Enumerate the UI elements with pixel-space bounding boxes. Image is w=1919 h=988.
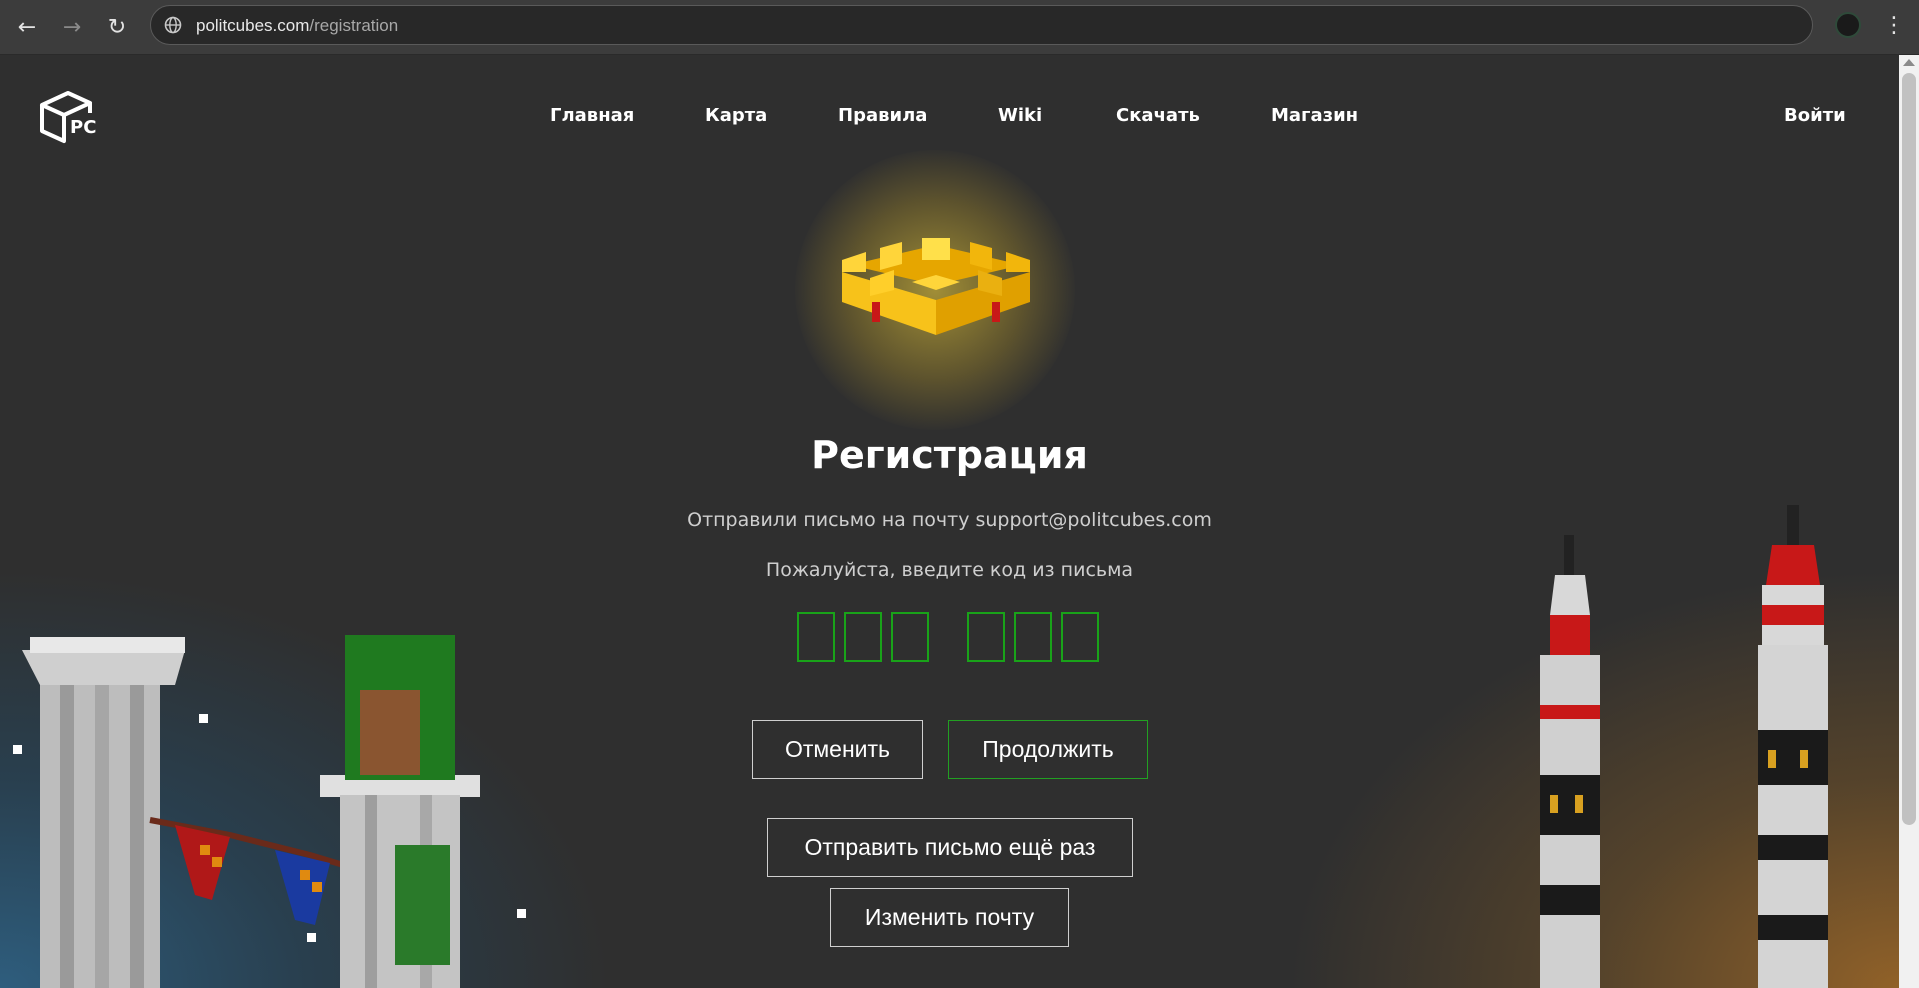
code-digit-6[interactable]	[1061, 612, 1099, 662]
nav-link-shop[interactable]: Магазин	[1271, 105, 1358, 126]
code-digit-4[interactable]	[967, 612, 1005, 662]
reload-icon[interactable]: ↻	[99, 9, 135, 45]
sparkle	[13, 745, 22, 754]
url-host: politcubes.com	[196, 16, 310, 35]
cancel-button[interactable]: Отменить	[752, 720, 923, 779]
back-arrow-icon[interactable]: ←	[9, 9, 45, 45]
nav-link-wiki[interactable]: Wiki	[998, 105, 1042, 126]
login-link[interactable]: Войти	[1784, 105, 1846, 126]
nav-link-home[interactable]: Главная	[550, 105, 634, 126]
code-digit-2[interactable]	[844, 612, 882, 662]
code-digit-5[interactable]	[1014, 612, 1052, 662]
forward-arrow-icon[interactable]: →	[54, 9, 90, 45]
scroll-up-arrow-icon[interactable]	[1903, 59, 1915, 66]
menu-dots-icon[interactable]: ⋮	[1882, 10, 1906, 42]
logo-text: PC	[70, 117, 96, 138]
decorative-rockets	[1540, 505, 1828, 988]
crown-icon	[842, 238, 1030, 335]
continue-button[interactable]: Продолжить	[948, 720, 1148, 779]
sparkle	[517, 909, 526, 918]
url-path: /registration	[309, 16, 399, 35]
address-bar[interactable]: politcubes.com/registration	[150, 5, 1813, 45]
resend-email-button[interactable]: Отправить письмо ещё раз	[767, 818, 1133, 877]
nav-link-rules[interactable]: Правила	[838, 105, 927, 126]
change-email-button[interactable]: Изменить почту	[830, 888, 1069, 947]
page-scrollbar[interactable]	[1899, 55, 1919, 988]
browser-toolbar: ← → ↻ politcubes.com/registration ⋮	[0, 0, 1919, 55]
site-info-icon[interactable]	[163, 15, 183, 35]
page-viewport: PC Главная Карта Правила Wiki Скачать Ма…	[0, 55, 1899, 988]
scrollbar-thumb[interactable]	[1902, 73, 1916, 825]
nav-link-download[interactable]: Скачать	[1116, 105, 1200, 126]
page-title: Регистрация	[811, 433, 1088, 477]
url-text[interactable]: politcubes.com/registration	[196, 16, 398, 36]
code-digit-3[interactable]	[891, 612, 929, 662]
site-logo[interactable]: PC	[38, 83, 102, 147]
profile-avatar[interactable]	[1835, 12, 1861, 38]
code-digit-1[interactable]	[797, 612, 835, 662]
sparkle	[199, 714, 208, 723]
sparkle	[307, 933, 316, 942]
nav-link-map[interactable]: Карта	[705, 105, 767, 126]
decorative-columns	[22, 635, 480, 988]
